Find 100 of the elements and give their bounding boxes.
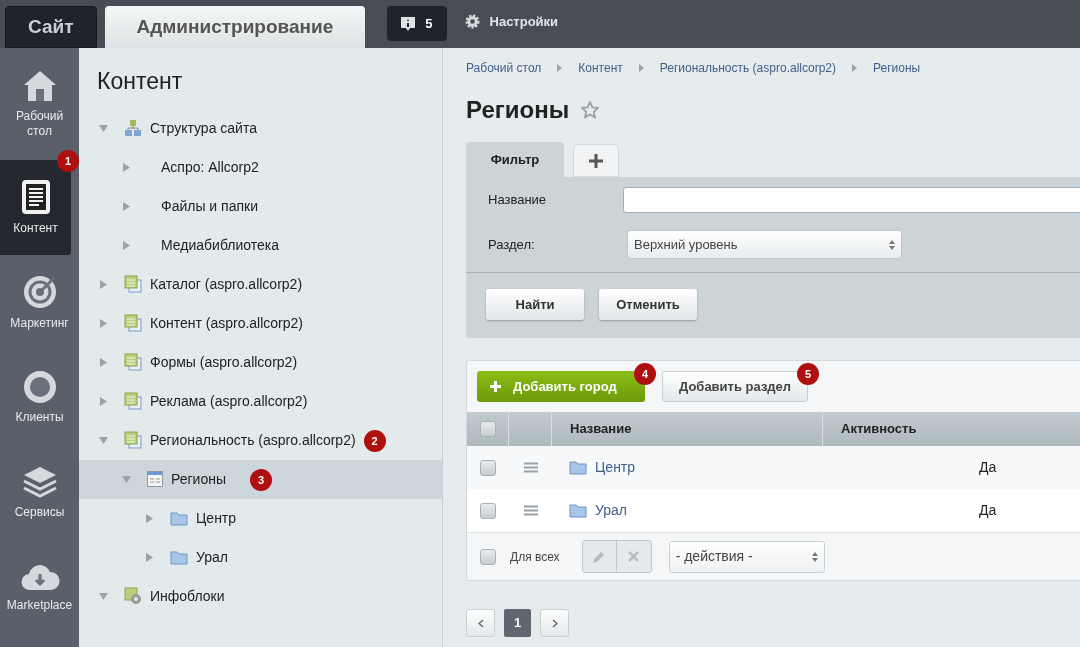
- column-header[interactable]: Активность: [841, 421, 917, 437]
- layers-icon: [21, 465, 58, 499]
- collapse-arrow-icon[interactable]: [122, 162, 131, 172]
- collapse-arrow-icon[interactable]: [122, 240, 131, 250]
- tree-item-label: Контент (aspro.allcorp2): [150, 313, 303, 333]
- chevron-icon: [852, 64, 857, 72]
- add-filter-tab[interactable]: [573, 144, 619, 177]
- chevron-right-icon: [551, 618, 558, 628]
- rail-item-label: Marketplace: [5, 598, 74, 613]
- filter-button[interactable]: Найти: [486, 289, 584, 320]
- list-icon: [124, 314, 142, 332]
- tree-item[interactable]: Формы (aspro.allcorp2): [79, 342, 442, 382]
- menu-icon[interactable]: [523, 505, 538, 516]
- field-label: Раздел:: [488, 235, 536, 254]
- tree-item[interactable]: Медиабиблиотека: [79, 225, 442, 265]
- column-header[interactable]: Название: [570, 419, 632, 439]
- collapse-arrow-icon[interactable]: [122, 201, 131, 211]
- actions-select[interactable]: - действия -: [668, 540, 825, 573]
- collapse-arrow-icon[interactable]: [99, 279, 108, 289]
- notifications-button[interactable]: 5: [387, 6, 447, 41]
- checkbox[interactable]: [480, 502, 496, 519]
- menu-icon[interactable]: [523, 462, 538, 473]
- settings-icon[interactable]: [464, 13, 480, 29]
- checkbox[interactable]: [479, 421, 496, 437]
- tree-item[interactable]: Контент (aspro.allcorp2): [79, 303, 442, 343]
- name-input[interactable]: [622, 186, 1080, 213]
- chevron-left-icon: [477, 618, 484, 628]
- section-select[interactable]: Верхний уровень: [627, 230, 902, 259]
- rail-item[interactable]: Клиенты: [0, 350, 79, 445]
- panel-title: Контент: [96, 67, 184, 96]
- field-label: Название: [488, 190, 548, 209]
- for-all-label: Для всех: [510, 548, 560, 566]
- collapse-arrow-icon[interactable]: [145, 513, 154, 523]
- row-link[interactable]: Урал: [595, 500, 627, 521]
- tree-item-label: Региональность (aspro.allcorp2): [150, 430, 356, 450]
- page-button[interactable]: 1: [504, 609, 531, 637]
- select-arrows-icon: [811, 551, 818, 562]
- expand-arrow-icon[interactable]: [99, 591, 108, 601]
- structure-icon: [124, 119, 142, 137]
- tree-item-label: Формы (aspro.allcorp2): [150, 352, 298, 372]
- collapse-arrow-icon[interactable]: [99, 396, 108, 406]
- rail-item-label: Рабочий стол: [14, 109, 65, 139]
- filter-tab[interactable]: Фильтр: [466, 142, 564, 177]
- tree-item-label: Урал: [196, 547, 228, 567]
- document-icon: [20, 179, 51, 215]
- tree-item[interactable]: Каталог (aspro.allcorp2): [79, 264, 442, 304]
- folder-icon: [170, 549, 188, 565]
- collapse-arrow-icon[interactable]: [99, 357, 108, 367]
- plus-icon: [490, 381, 501, 392]
- close-icon: [628, 551, 640, 562]
- rail-item[interactable]: Маркетинг: [0, 255, 79, 350]
- tree-item[interactable]: Урал: [79, 537, 442, 577]
- step-number-badge: 2: [363, 430, 386, 453]
- filter-button[interactable]: Отменить: [599, 289, 697, 320]
- tree-item[interactable]: Аспро: Allcorp2: [79, 147, 442, 187]
- tree-item[interactable]: Файлы и папки: [79, 186, 442, 226]
- tree-item-label: Аспро: Allcorp2: [161, 157, 259, 177]
- next-page-button[interactable]: [540, 609, 569, 637]
- list-icon: [124, 353, 142, 371]
- tree-item-label: Центр: [196, 508, 237, 528]
- breadcrumb-link[interactable]: Регионы: [873, 59, 921, 77]
- window-icon: [147, 471, 163, 487]
- breadcrumb-link[interactable]: Рабочий стол: [466, 59, 542, 77]
- checkbox[interactable]: [480, 548, 496, 565]
- breadcrumb-link[interactable]: Региональность (aspro.allcorp2): [659, 59, 836, 77]
- list-icon: [124, 392, 142, 410]
- previous-page-button[interactable]: [466, 609, 495, 637]
- tree-item-label: Инфоблоки: [150, 586, 225, 606]
- folder-icon: [569, 503, 587, 518]
- expand-arrow-icon[interactable]: [99, 435, 108, 445]
- step-number-badge: 5: [797, 363, 820, 386]
- list-icon: [124, 275, 142, 293]
- collapse-arrow-icon[interactable]: [99, 318, 108, 328]
- pencil-icon: [592, 549, 607, 564]
- top-tab[interactable]: Администрирование: [104, 6, 366, 48]
- expand-arrow-icon[interactable]: [122, 474, 131, 484]
- target-icon: [21, 274, 58, 310]
- tree-item[interactable]: Реклама (aspro.allcorp2): [79, 381, 442, 421]
- settings-link[interactable]: Настройки: [489, 11, 559, 31]
- rail-item[interactable]: Marketplace: [0, 540, 79, 635]
- tree-item[interactable]: Регионы 3: [79, 459, 442, 499]
- rail-item-label: Маркетинг: [9, 316, 70, 331]
- top-tab[interactable]: Сайт: [5, 6, 97, 48]
- expand-arrow-icon[interactable]: [99, 123, 108, 133]
- row-link[interactable]: Центр: [595, 457, 636, 478]
- collapse-arrow-icon[interactable]: [145, 552, 154, 562]
- breadcrumb-link[interactable]: Контент: [578, 59, 623, 77]
- tree-item[interactable]: Инфоблоки: [79, 576, 442, 616]
- star-icon[interactable]: [581, 101, 600, 119]
- tree-item[interactable]: Региональность (aspro.allcorp2) 2: [79, 420, 442, 460]
- rail-item[interactable]: Сервисы: [0, 445, 79, 540]
- step-number-badge: 3: [250, 469, 272, 492]
- tree-item-label: Реклама (aspro.allcorp2): [150, 391, 308, 411]
- cloud-download-icon: [19, 562, 60, 592]
- tree-item[interactable]: Структура сайта: [79, 108, 442, 148]
- info-icon: [401, 16, 416, 31]
- checkbox[interactable]: [480, 459, 496, 476]
- tree-item[interactable]: Центр: [79, 498, 442, 538]
- table-cell: Да: [979, 502, 997, 518]
- folder-icon: [569, 460, 587, 475]
